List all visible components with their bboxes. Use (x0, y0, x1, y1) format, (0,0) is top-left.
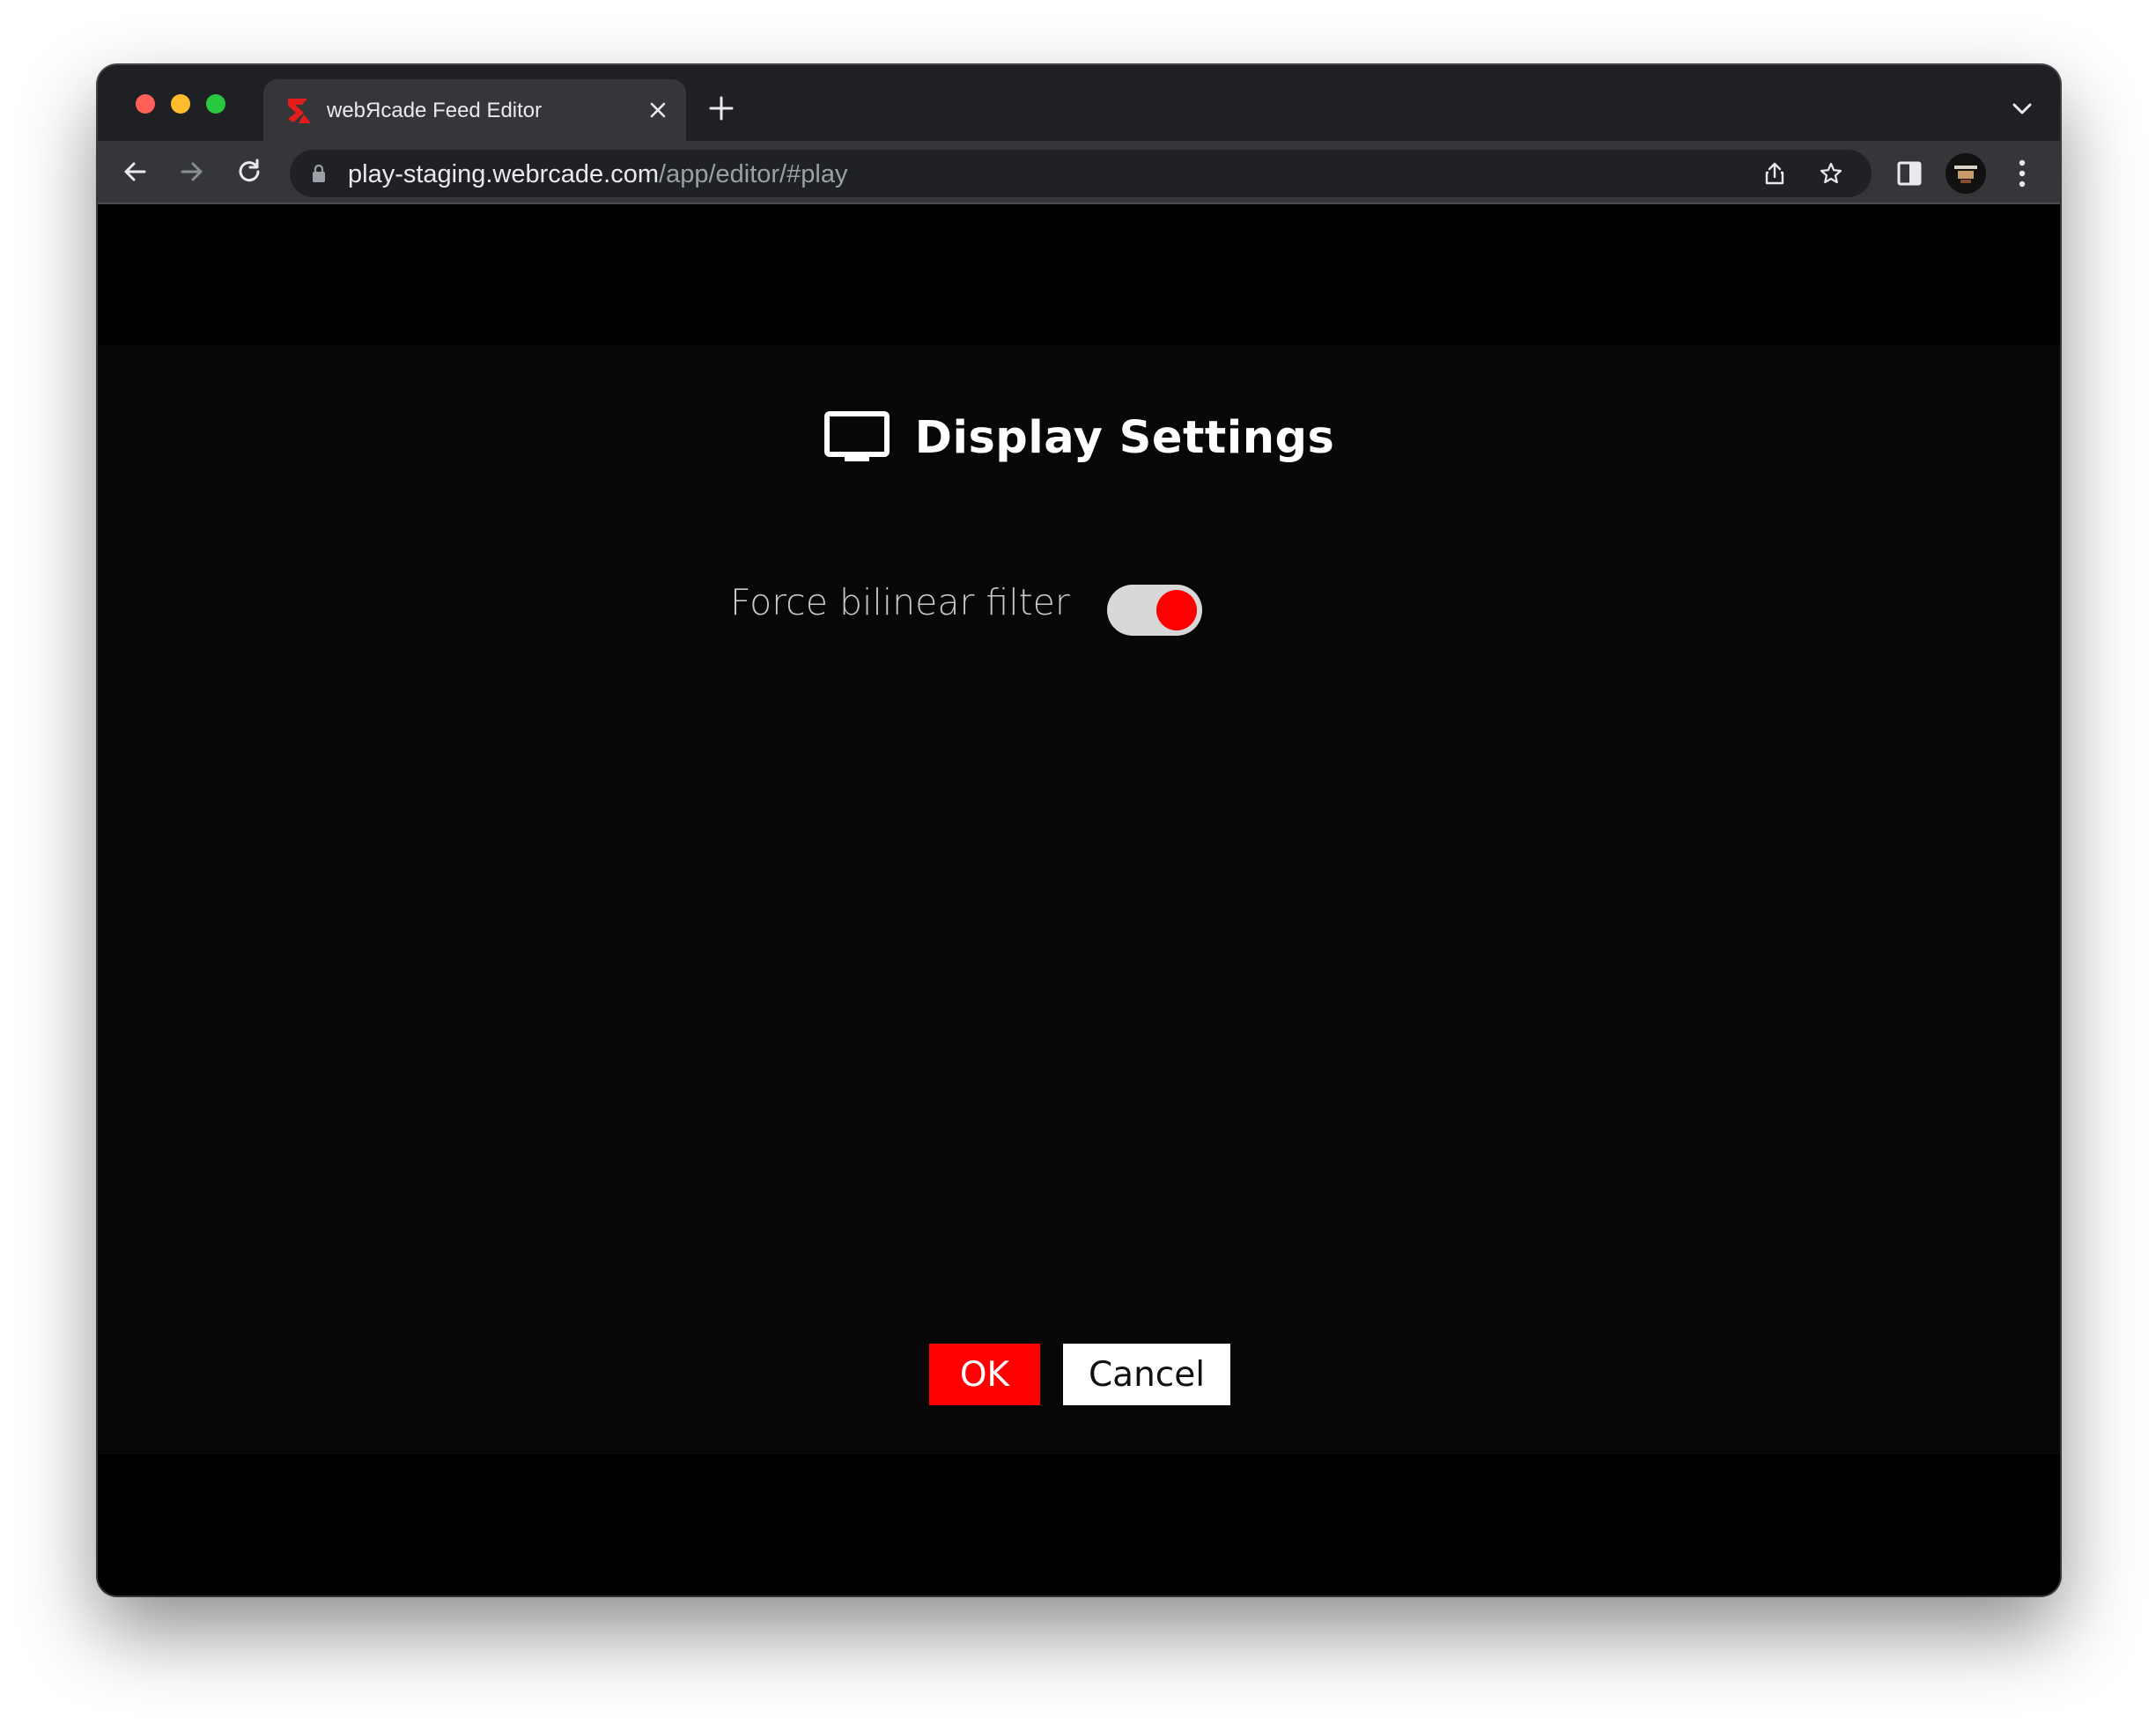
star-icon[interactable] (1819, 161, 1843, 186)
browser-toolbar: play-staging.webrcade.com/app/editor/#pl… (98, 141, 2060, 204)
reload-icon[interactable] (234, 157, 264, 187)
monitor-icon (823, 411, 890, 461)
side-panel-icon[interactable] (1896, 160, 1923, 187)
new-tab-plus-icon[interactable] (708, 95, 735, 122)
cancel-button[interactable]: Cancel (1063, 1344, 1230, 1405)
tab-strip: webЯcade Feed Editor (98, 65, 2060, 141)
browser-tab-active[interactable]: webЯcade Feed Editor (263, 79, 686, 141)
webrcade-logo-icon (288, 99, 311, 123)
kebab-menu-icon[interactable] (2018, 158, 2027, 188)
avatar-image-icon (1946, 153, 1986, 194)
chevron-down-icon[interactable] (2011, 100, 2034, 118)
url-host: play-staging.webrcade.com (348, 160, 660, 188)
toggle-knob (1156, 590, 1197, 630)
address-bar[interactable]: play-staging.webrcade.com/app/editor/#pl… (290, 150, 1872, 197)
lock-icon[interactable] (311, 164, 327, 183)
ok-button[interactable]: OK (929, 1344, 1040, 1405)
arrow-left-icon[interactable] (120, 157, 150, 187)
window-close-button[interactable] (136, 94, 155, 114)
url-text[interactable]: play-staging.webrcade.com/app/editor/#pl… (348, 160, 847, 189)
dialog-header: Display Settings (98, 407, 2060, 468)
window-minimize-button[interactable] (171, 94, 190, 114)
share-icon[interactable] (1762, 161, 1787, 186)
display-settings-dialog: Display Settings Force bilinear filter O… (98, 345, 2060, 1455)
force-bilinear-filter-toggle[interactable] (1107, 585, 1202, 636)
profile-avatar[interactable] (1946, 153, 1986, 194)
close-icon[interactable] (647, 99, 668, 121)
page-viewport: Display Settings Force bilinear filter O… (98, 206, 2060, 1595)
tab-title: webЯcade Feed Editor (327, 99, 543, 122)
url-path: /app/editor/#play (659, 160, 848, 188)
window-maximize-button[interactable] (206, 94, 225, 114)
browser-window: webЯcade Feed Editor play-staging.webrca… (98, 65, 2060, 1595)
force-bilinear-filter-label: Force bilinear filter (730, 581, 1070, 623)
dialog-title: Display Settings (914, 411, 1335, 464)
arrow-right-icon[interactable] (177, 157, 207, 187)
